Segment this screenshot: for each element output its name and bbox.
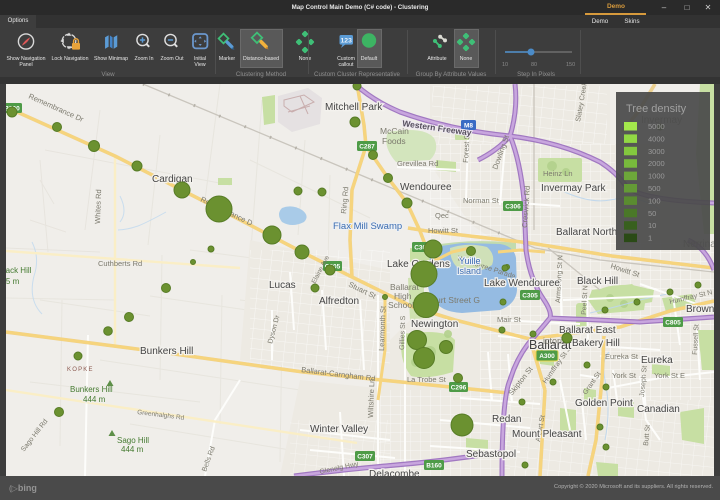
svg-text:Redan: Redan <box>492 414 521 425</box>
svg-text:10: 10 <box>648 221 656 230</box>
svg-text:Whites Rd: Whites Rd <box>93 189 103 224</box>
svg-text:150: 150 <box>566 62 575 68</box>
svg-text:Bunkers Hill: Bunkers Hill <box>140 346 193 357</box>
svg-text:Sebastopol: Sebastopol <box>466 449 516 460</box>
svg-text:Eureka St: Eureka St <box>605 352 639 361</box>
svg-text:Grevillea Rd: Grevillea Rd <box>397 159 438 168</box>
svg-text:Mount Pleasant: Mount Pleasant <box>512 429 582 440</box>
svg-text:Yuille: Yuille <box>459 256 481 266</box>
svg-text:Tree density: Tree density <box>626 103 687 115</box>
svg-text:4000: 4000 <box>648 134 665 143</box>
svg-text:La Trobe St: La Trobe St <box>407 375 447 384</box>
svg-text:Black Hill: Black Hill <box>6 266 32 275</box>
svg-text:Wiltshire Ln: Wiltshire Ln <box>366 379 376 418</box>
svg-text:Wendouree: Wendouree <box>400 182 452 193</box>
svg-text:Flax Mill Swamp: Flax Mill Swamp <box>333 221 402 232</box>
svg-text:3000: 3000 <box>648 147 665 156</box>
svg-text:Mitchell Park: Mitchell Park <box>325 102 383 113</box>
svg-text:Cuthberts Rd: Cuthberts Rd <box>98 259 142 268</box>
svg-text:C287: C287 <box>359 144 375 151</box>
svg-text:Ballarat North: Ballarat North <box>556 227 617 238</box>
svg-text:100: 100 <box>648 196 661 205</box>
svg-text:1: 1 <box>648 234 652 243</box>
svg-text:80: 80 <box>531 62 537 68</box>
svg-text:Lake Wendouree: Lake Wendouree <box>484 278 560 289</box>
svg-text:Delacombe: Delacombe <box>369 469 420 476</box>
svg-text:Heinz Ln: Heinz Ln <box>543 169 573 178</box>
svg-text:Black Hill: Black Hill <box>577 276 618 287</box>
svg-text:Newington: Newington <box>411 319 458 330</box>
svg-text:444 m: 444 m <box>121 445 144 454</box>
svg-text:Sago Hill: Sago Hill <box>117 436 149 445</box>
svg-text:York St E: York St E <box>654 371 685 380</box>
svg-text:Invermay Park: Invermay Park <box>541 183 606 194</box>
svg-text:Qec: Qec <box>435 211 449 220</box>
svg-text:Bunkers Hill: Bunkers Hill <box>70 385 113 394</box>
svg-text:Norman St: Norman St <box>463 196 500 205</box>
svg-text:500: 500 <box>648 184 661 193</box>
svg-text:Learmonth St: Learmonth St <box>377 305 388 351</box>
svg-text:123: 123 <box>341 37 353 44</box>
svg-text:York St: York St <box>612 371 637 380</box>
svg-text:School: School <box>388 300 414 310</box>
svg-text:Island: Island <box>457 266 481 276</box>
svg-text:2000: 2000 <box>648 159 665 168</box>
svg-text:Lucas: Lucas <box>269 280 296 291</box>
svg-text:Bakery Hill: Bakery Hill <box>572 338 620 349</box>
svg-text:Mair St: Mair St <box>497 315 522 324</box>
svg-text:C305: C305 <box>522 293 538 300</box>
svg-text:C296: C296 <box>451 385 467 392</box>
svg-text:McCain: McCain <box>380 126 409 136</box>
svg-text:Brown: Brown <box>686 304 714 315</box>
svg-text:5000: 5000 <box>648 122 665 131</box>
svg-text:50: 50 <box>648 209 656 218</box>
svg-text:C307: C307 <box>357 454 373 461</box>
svg-text:Golden Point: Golden Point <box>575 398 633 409</box>
svg-text:Eureka: Eureka <box>641 355 673 366</box>
svg-text:Foods: Foods <box>382 136 406 146</box>
svg-text:Alfredton: Alfredton <box>319 296 359 307</box>
svg-text:405 m: 405 m <box>6 277 20 286</box>
svg-text:A300: A300 <box>539 353 555 360</box>
svg-text:Winter Valley: Winter Valley <box>310 424 368 435</box>
svg-text:Gillies St S: Gillies St S <box>399 315 407 350</box>
svg-text:C306: C306 <box>505 204 521 211</box>
svg-text:urt Street G: urt Street G <box>436 295 480 305</box>
svg-text:B160: B160 <box>426 463 442 470</box>
svg-text:C805: C805 <box>665 320 681 327</box>
svg-text:1000: 1000 <box>648 172 665 181</box>
svg-text:10: 10 <box>502 62 508 68</box>
svg-text:Howitt St: Howitt St <box>428 226 459 235</box>
svg-text:Canadian: Canadian <box>637 404 680 415</box>
svg-text:444 m: 444 m <box>83 395 106 404</box>
svg-text:KOPKE: KOPKE <box>67 367 94 373</box>
